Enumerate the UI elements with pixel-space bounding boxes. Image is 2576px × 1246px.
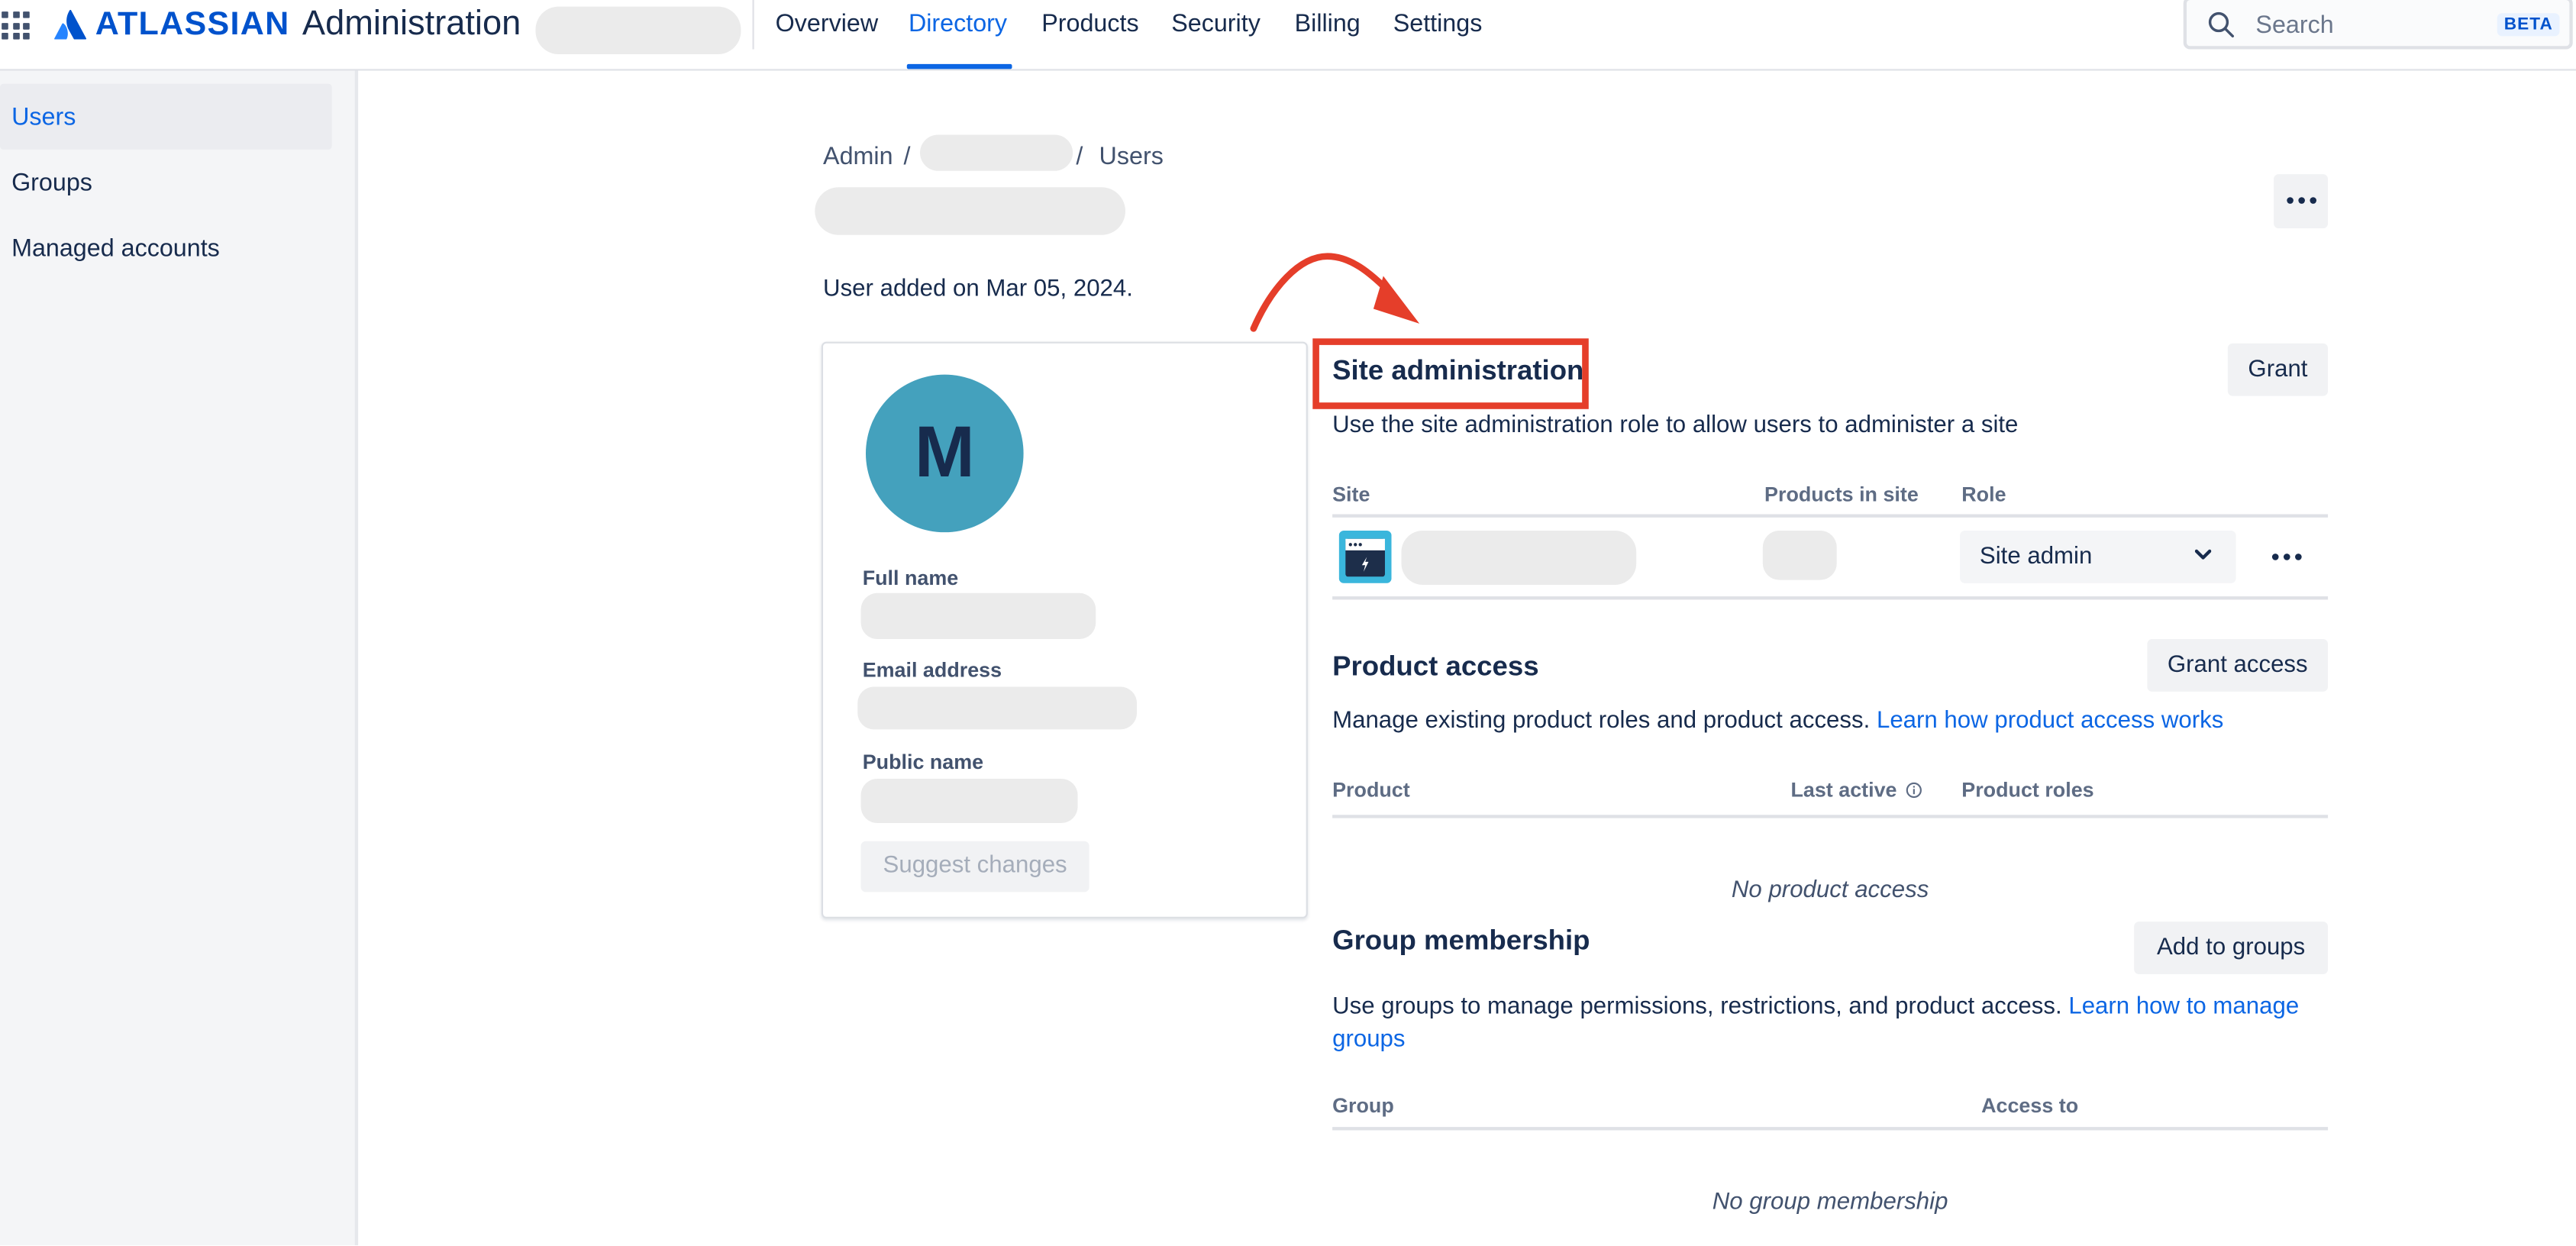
full-name-label: Full name (862, 567, 959, 590)
column-header-products-in-site: Products in site (1764, 483, 1919, 506)
nav-tab-settings[interactable]: Settings (1393, 10, 1483, 38)
sidebar-item-managed-accounts[interactable]: Managed accounts (0, 215, 332, 281)
page-actions-more-button[interactable] (2274, 174, 2329, 229)
organization-switcher[interactable] (535, 6, 741, 55)
atlassian-logo-icon (54, 9, 87, 40)
column-header-last-active: Last active (1790, 779, 1922, 802)
grant-access-button[interactable]: Grant access (2147, 639, 2329, 692)
user-name-title-placeholder (815, 187, 1125, 235)
user-profile-card: M Full name Email address Public name Su… (821, 341, 1308, 918)
sidebar-item-label: Users (11, 103, 76, 132)
column-header-site: Site (1332, 483, 1370, 506)
chevron-down-icon (2194, 549, 2212, 560)
nav-tab-security[interactable]: Security (1171, 10, 1261, 38)
sidebar-item-label: Managed accounts (11, 234, 220, 263)
no-group-membership-text: No group membership (1712, 1189, 1948, 1216)
nav-tab-products[interactable]: Products (1041, 10, 1138, 38)
column-header-last-active-label: Last active (1790, 778, 1897, 802)
more-icon (2287, 197, 2317, 204)
app-title: Administration (302, 5, 521, 43)
sidebar-item-users[interactable]: Users (0, 83, 332, 150)
search-placeholder: Search (2255, 11, 2334, 40)
column-header-product-roles: Product roles (1961, 778, 2094, 802)
site-administration-title: Site administration (1332, 354, 1584, 386)
full-name-value (860, 592, 1096, 640)
search-icon (2208, 11, 2235, 38)
products-in-site-placeholder (1762, 531, 1837, 580)
suggest-changes-button[interactable]: Suggest changes (860, 841, 1089, 893)
email-address-label: Email address (862, 658, 1002, 682)
site-administration-description: Use the site administration role to allo… (1332, 412, 2019, 439)
app-switcher-icon[interactable] (2, 11, 30, 40)
email-address-value (857, 686, 1138, 730)
nav-divider (752, 0, 754, 50)
table-header-divider (1332, 1127, 2329, 1131)
product-access-description-text: Manage existing product roles and produc… (1332, 708, 1871, 734)
top-navigation-bar: ATLASSIAN Administration Overview Direct… (0, 0, 2576, 71)
beta-badge: BETA (2497, 13, 2560, 37)
product-access-title: Product access (1332, 650, 1539, 682)
no-product-access-text: No product access (1731, 877, 1929, 904)
sidebar-item-label: Groups (11, 169, 92, 198)
site-row-more-button[interactable] (2264, 529, 2313, 585)
nav-tab-overview[interactable]: Overview (776, 10, 879, 38)
breadcrumb-separator: / (903, 143, 911, 171)
sidebar: Users Groups Managed accounts (0, 70, 359, 1246)
column-header-role: Role (1961, 483, 2006, 506)
user-added-text: User added on Mar 05, 2024. (823, 276, 1133, 302)
role-select[interactable]: Site admin (1960, 531, 2236, 583)
add-to-groups-button[interactable]: Add to groups (2134, 922, 2329, 975)
breadcrumb-admin[interactable]: Admin (823, 143, 893, 171)
site-icon (1338, 531, 1392, 583)
column-header-product: Product (1332, 778, 1410, 802)
more-icon (2271, 554, 2302, 560)
column-header-group: Group (1332, 1094, 1394, 1118)
search-input[interactable]: Search BETA (2183, 0, 2573, 50)
avatar: M (865, 374, 1024, 533)
site-name-placeholder[interactable] (1401, 531, 1637, 586)
active-tab-indicator (906, 63, 1012, 69)
atlassian-brand-text[interactable]: ATLASSIAN (95, 7, 290, 44)
nav-tab-billing[interactable]: Billing (1295, 10, 1361, 38)
learn-product-access-link[interactable]: Learn how product access works (1877, 708, 2223, 734)
group-membership-description: Use groups to manage permissions, restri… (1332, 991, 2328, 1057)
group-membership-description-text: Use groups to manage permissions, restri… (1332, 993, 2062, 1021)
role-select-value: Site admin (1979, 544, 2093, 570)
breadcrumb-users[interactable]: Users (1099, 143, 1164, 171)
grant-button[interactable]: Grant (2227, 343, 2329, 396)
column-header-access-to: Access to (1981, 1094, 2079, 1118)
public-name-label: Public name (862, 751, 984, 774)
sidebar-item-groups[interactable]: Groups (0, 150, 332, 215)
table-row-divider (1332, 596, 2329, 600)
breadcrumb-separator: / (1076, 143, 1083, 171)
table-header-divider (1332, 514, 2329, 518)
group-membership-title: Group membership (1332, 925, 1590, 957)
product-access-description: Manage existing product roles and produc… (1332, 708, 2223, 734)
public-name-value (860, 778, 1078, 824)
table-header-divider (1332, 815, 2329, 818)
breadcrumb-user-placeholder[interactable] (920, 134, 1073, 171)
annotation-arrow-icon (1250, 253, 1420, 332)
nav-tab-directory[interactable]: Directory (909, 10, 1007, 38)
info-icon[interactable] (1906, 782, 1922, 799)
